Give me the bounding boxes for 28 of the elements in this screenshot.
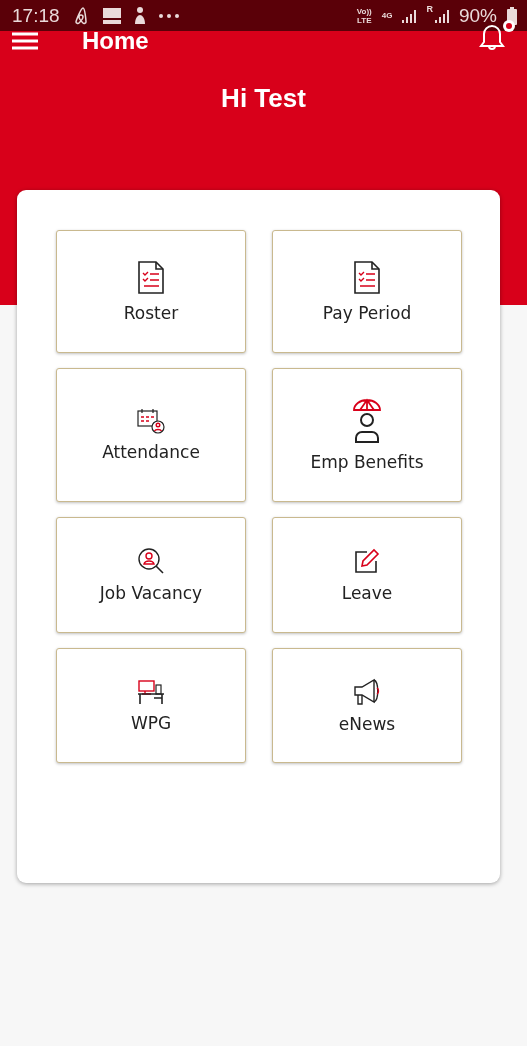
menu-tile[interactable]: Emp Benefits [272, 368, 462, 502]
calendar-person-icon [137, 408, 165, 434]
umbrella-person-icon [352, 398, 382, 444]
menu-tile[interactable]: eNews [272, 648, 462, 763]
edit-icon [353, 547, 381, 575]
menu-tile[interactable]: WPG [56, 648, 246, 763]
battery-level: 90% [458, 4, 497, 27]
page-title: Home [82, 27, 149, 55]
menu-tile[interactable]: Pay Period [272, 230, 462, 353]
news-app-icon [101, 6, 122, 25]
more-icon [157, 12, 180, 19]
greeting-text: Hi Test [220, 83, 307, 114]
roaming-indicator: R [426, 4, 433, 14]
megaphone-icon [352, 677, 382, 706]
menu-tile[interactable]: Roster [56, 230, 246, 353]
person-search-icon [137, 547, 165, 575]
signal-icon [434, 7, 449, 24]
volte-indicator: Vo)) LTE [356, 6, 372, 25]
data-indicator: 4G [381, 11, 393, 20]
checklist-icon [137, 260, 165, 295]
menu-icon[interactable] [12, 32, 38, 50]
checklist-icon [353, 260, 381, 295]
signal-icon [402, 7, 417, 24]
menu-tile[interactable]: Leave [272, 517, 462, 633]
desk-icon [137, 678, 165, 705]
status-time: 17:18 [12, 4, 60, 27]
menu-tile[interactable]: Attendance [56, 368, 246, 502]
menu-tile[interactable]: Job Vacancy [56, 517, 246, 633]
